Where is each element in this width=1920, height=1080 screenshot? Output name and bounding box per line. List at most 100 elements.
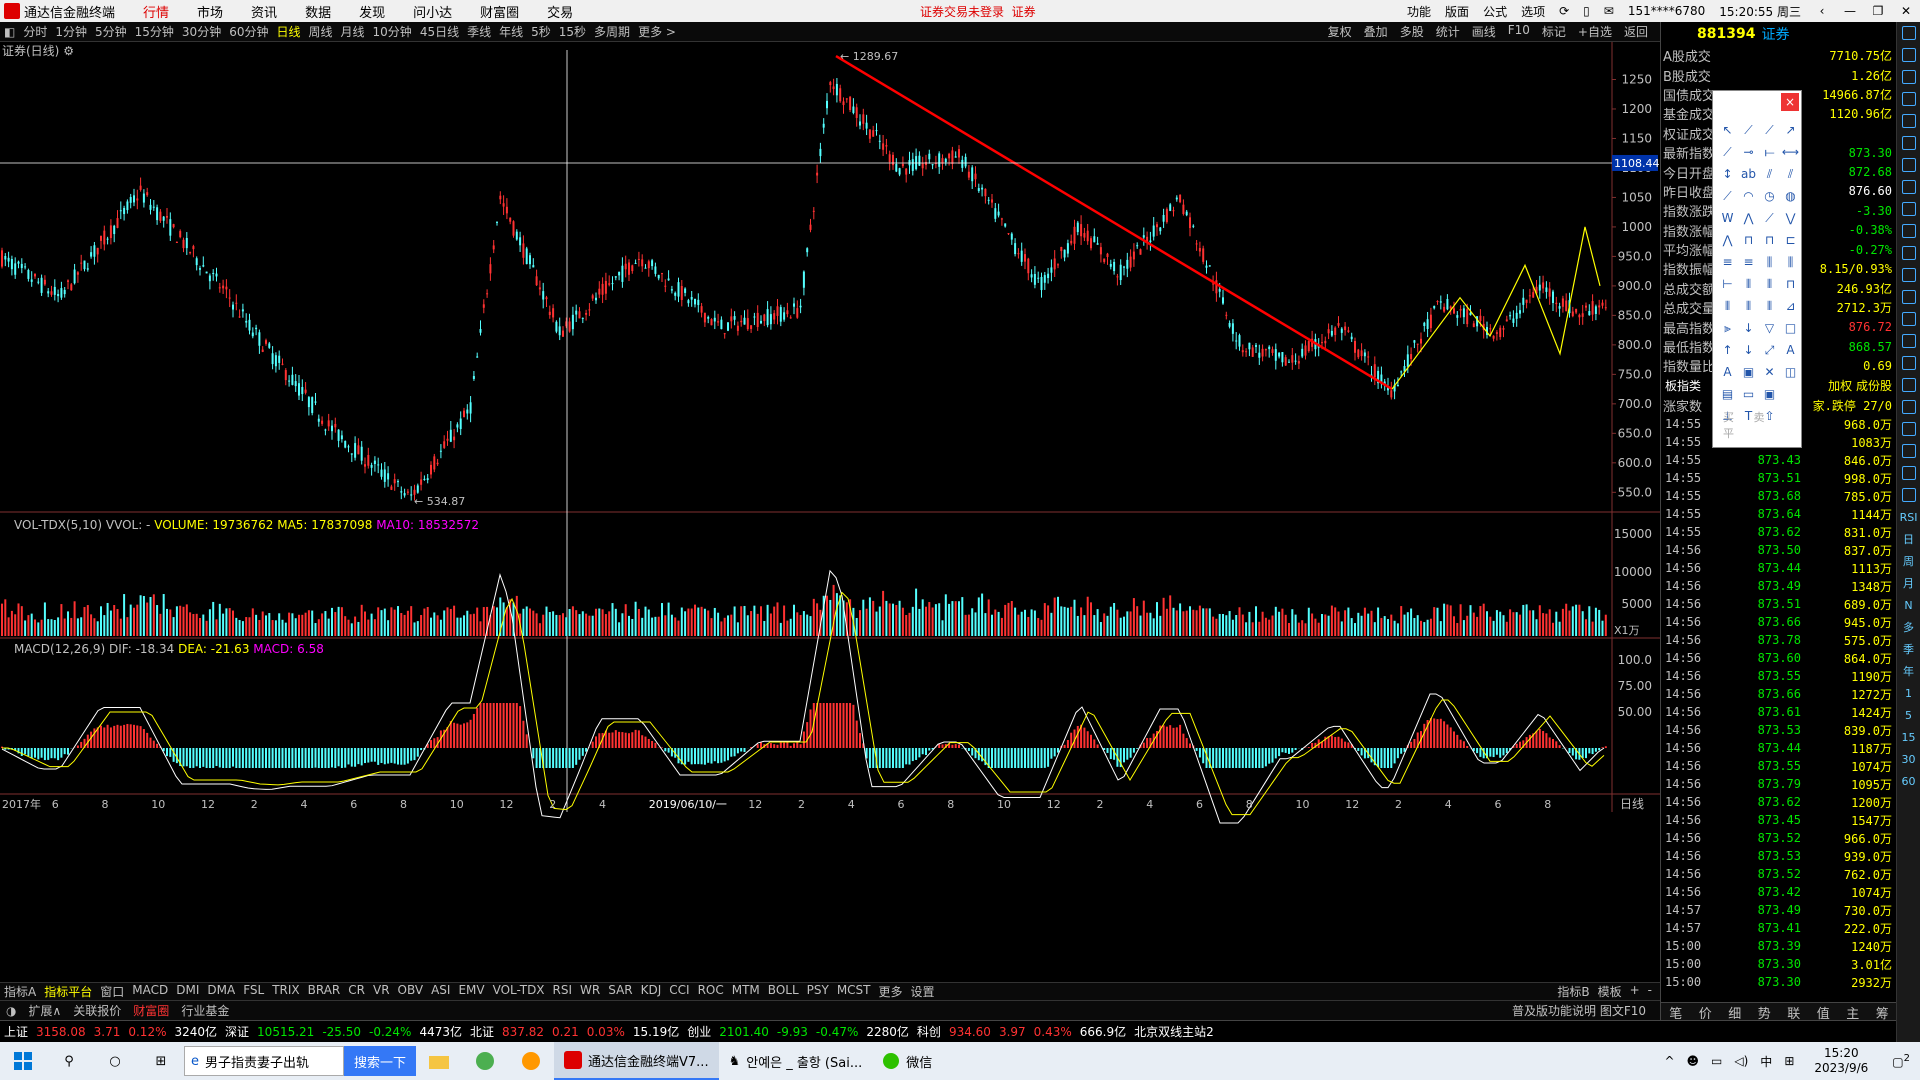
period-13[interactable]: 5秒	[527, 23, 555, 40]
toolbar-btn-5[interactable]: F10	[1502, 23, 1536, 40]
draw-tool-icon[interactable]: ▭	[1738, 383, 1759, 405]
indicator-tab-13[interactable]: EMV	[454, 983, 488, 1000]
draw-tool-icon[interactable]: ⫼	[1780, 251, 1801, 273]
toolbar-btn-2[interactable]: 多股	[1394, 23, 1430, 40]
indicator-tab-11[interactable]: OBV	[394, 983, 428, 1000]
draw-tool-icon[interactable]: ▤	[1717, 383, 1738, 405]
tray-chevron-icon[interactable]: ^	[1658, 1054, 1680, 1068]
draw-tool-icon[interactable]: ≡	[1717, 251, 1738, 273]
period-5[interactable]: 60分钟	[225, 23, 272, 40]
indicator-tab-18[interactable]: KDJ	[637, 983, 666, 1000]
indicator-tab-3[interactable]: MACD	[128, 983, 172, 1000]
right-menu-2[interactable]: 公式	[1476, 3, 1514, 20]
sidebar-label-5[interactable]: 多	[1903, 616, 1914, 638]
indicator-tab-24[interactable]: MCST	[833, 983, 875, 1000]
indicator-right-0[interactable]: 指标B	[1553, 983, 1593, 1000]
chart-settings-icon[interactable]: ⚙	[63, 44, 74, 58]
sidebar-label-12[interactable]: 60	[1902, 770, 1916, 792]
draw-tool-icon[interactable]: ⟋	[1759, 119, 1780, 141]
draw-tool-icon[interactable]: ⫸	[1717, 317, 1738, 339]
sidebar-tool-icon[interactable]	[1901, 88, 1916, 110]
search-icon[interactable]: ⚲	[46, 1042, 92, 1080]
sidebar-label-8[interactable]: 1	[1905, 682, 1912, 704]
indicator-tab-20[interactable]: ROC	[694, 983, 728, 1000]
sidebar-tool-icon[interactable]	[1901, 22, 1916, 44]
draw-tool-icon[interactable]: ⟋	[1759, 207, 1780, 229]
sidebar-label-0[interactable]: RSI	[1900, 506, 1918, 528]
toggle-icon[interactable]: ◑	[0, 1004, 22, 1018]
sidebar-tool-icon[interactable]	[1901, 242, 1916, 264]
taskbar-app-wechat[interactable]: 微信	[872, 1042, 942, 1080]
draw-tool-icon[interactable]: ▣	[1738, 361, 1759, 383]
file-explorer-icon[interactable]	[416, 1042, 462, 1080]
draw-tool-icon[interactable]: ⟷	[1780, 141, 1801, 163]
draw-tool-icon[interactable]: ⤢	[1759, 339, 1780, 361]
sidebar-label-3[interactable]: 月	[1903, 572, 1914, 594]
chart-area[interactable]: 125012001150110010501000950.0900.0850.08…	[0, 42, 1660, 972]
draw-tool-icon[interactable]: ▣	[1759, 383, 1780, 405]
draw-tool-icon[interactable]: ⫼	[1759, 251, 1780, 273]
period-14[interactable]: 15秒	[555, 23, 590, 40]
notification-icon[interactable]: ▢2	[1882, 1053, 1920, 1069]
app-icon-green[interactable]	[462, 1042, 508, 1080]
draw-tool-icon[interactable]: ✕	[1759, 361, 1780, 383]
right-menu-1[interactable]: 版面	[1438, 3, 1476, 20]
ext-tab-3[interactable]: 行业基金	[175, 1002, 235, 1019]
draw-tool-icon[interactable]: ↗	[1780, 119, 1801, 141]
cortana-icon[interactable]: ○	[92, 1042, 138, 1080]
sidebar-tool-icon[interactable]	[1901, 110, 1916, 132]
drawing-tools-palette[interactable]: × ↖ ⟋ ⟋ ↗ ⟋ ⊸ ⟝ ⟷ ↕ ab ⫽ ⫽ ⟋ ◠ ◷ ◍ W ⋀ ⟋ ⋁ ⋀ ⊓ ⊓ ⊏ ≡ ≡ ⫼ ⫼ ⊢ ⦀ ⦀ ⊓ ⦀ ⦀ ⦀ ⊿ ⫸…	[1712, 90, 1802, 448]
sidebar-label-7[interactable]: 年	[1903, 660, 1914, 682]
close-icon[interactable]: ✕	[1892, 4, 1920, 18]
period-11[interactable]: 季线	[463, 23, 495, 40]
clock[interactable]: 15:20 2023/9/6	[1800, 1046, 1882, 1076]
draw-tool-icon[interactable]: ⊓	[1759, 229, 1780, 251]
menu-6[interactable]: 财富圈	[466, 2, 533, 21]
indicator-tab-14[interactable]: VOL-TDX	[489, 983, 549, 1000]
sidebar-tool-icon[interactable]	[1901, 374, 1916, 396]
zigzag-drawing[interactable]	[1391, 226, 1601, 390]
draw-tool-icon[interactable]: ◫	[1780, 361, 1801, 383]
indicator-tab-23[interactable]: PSY	[803, 983, 833, 1000]
account[interactable]: 151****6780	[1621, 4, 1712, 18]
indicator-tab-10[interactable]: VR	[369, 983, 394, 1000]
draw-tool-icon[interactable]: ⟋	[1738, 119, 1759, 141]
indicator-tab-15[interactable]: RSI	[549, 983, 577, 1000]
draw-tool-icon[interactable]: ◍	[1780, 185, 1801, 207]
draw-tool-icon[interactable]: ↓	[1738, 317, 1759, 339]
search-button[interactable]: 搜索一下	[344, 1046, 417, 1076]
draw-tool-icon[interactable]: ⊓	[1780, 273, 1801, 295]
draw-tool-icon[interactable]: ⊿	[1780, 295, 1801, 317]
volume-icon[interactable]: ◁)	[1728, 1054, 1754, 1068]
sidebar-label-10[interactable]: 15	[1902, 726, 1916, 748]
indicator-tab-17[interactable]: SAR	[604, 983, 636, 1000]
draw-tool-icon[interactable]: ⊸	[1738, 141, 1759, 163]
maximize-icon[interactable]: ❐	[1864, 4, 1892, 18]
right-menu-3[interactable]: 选项	[1514, 3, 1552, 20]
tray-app-icon[interactable]: ☻	[1681, 1054, 1706, 1068]
draw-tool-icon[interactable]	[1780, 383, 1801, 405]
period-10[interactable]: 45日线	[416, 23, 463, 40]
menu-3[interactable]: 数据	[291, 2, 345, 21]
sidebar-tool-icon[interactable]	[1901, 352, 1916, 374]
ext-tab-2[interactable]: 财富圈	[127, 1002, 175, 1019]
period-0[interactable]: 分时	[19, 23, 51, 40]
toolbar-btn-4[interactable]: 画线	[1466, 23, 1502, 40]
sidebar-tool-icon[interactable]	[1901, 132, 1916, 154]
indicator-tab-21[interactable]: MTM	[728, 983, 764, 1000]
indicator-tab-1[interactable]: 指标平台	[40, 983, 96, 1000]
draw-tool-icon[interactable]: ⊢	[1717, 273, 1738, 295]
draw-tool-icon[interactable]: ◠	[1738, 185, 1759, 207]
sidebar-tool-icon[interactable]	[1901, 440, 1916, 462]
draw-tool-icon[interactable]: ◷	[1759, 185, 1780, 207]
sidebar-label-6[interactable]: 季	[1903, 638, 1914, 660]
indicator-right-3[interactable]: -	[1644, 983, 1656, 1000]
indicator-tab-0[interactable]: 指标A	[0, 983, 40, 1000]
network-icon[interactable]: ▭	[1705, 1054, 1728, 1068]
period-6[interactable]: 日线	[272, 23, 304, 40]
taskbar-app-music[interactable]: ♞ 안예은 _ 출항 (Sai...	[719, 1042, 873, 1080]
draw-tool-icon[interactable]: A	[1717, 361, 1738, 383]
palette-close-icon[interactable]: ×	[1781, 93, 1799, 111]
draw-tool-icon[interactable]: ⦀	[1738, 295, 1759, 317]
sidebar-label-1[interactable]: 日	[1903, 528, 1914, 550]
